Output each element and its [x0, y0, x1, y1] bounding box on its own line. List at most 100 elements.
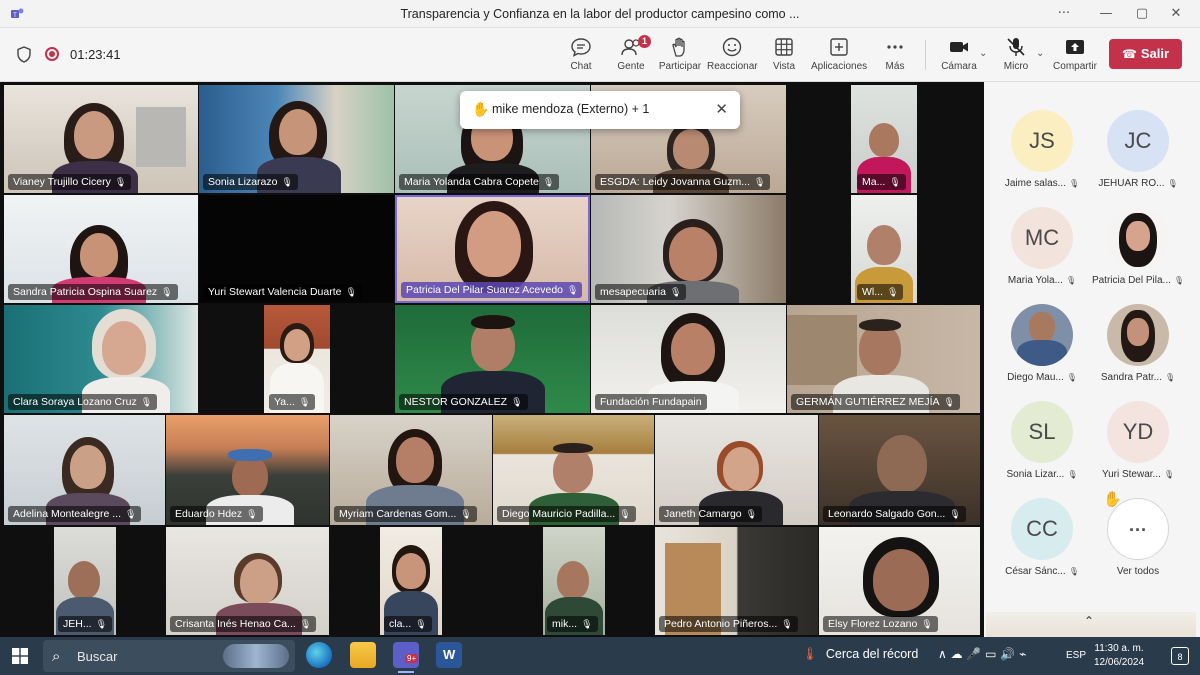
mic-muted-icon: 🎙 — [745, 510, 758, 520]
share-button[interactable]: Compartir — [1052, 36, 1098, 78]
mic-muted-icon: 🎙 — [921, 620, 933, 630]
raise-hand-button[interactable]: Participar — [658, 36, 702, 78]
windows-start-icon[interactable] — [12, 648, 28, 664]
mic-options-chevron-icon[interactable]: ⌄ — [1036, 48, 1044, 59]
video-tile[interactable]: Ma... 🎙 — [787, 85, 980, 193]
teams-badge: 9+ — [405, 654, 419, 663]
video-tile[interactable]: GERMÁN GUTIÉRREZ MEJÍA 🎙 — [787, 305, 980, 413]
avatar-face — [1029, 312, 1055, 342]
video-tile[interactable]: Sandra Patricia Ospina Suarez 🎙 — [4, 195, 198, 303]
mic-muted-icon: 🎙 — [140, 398, 153, 408]
avatar: CC — [1011, 498, 1073, 560]
minimize-button[interactable]: — — [1092, 4, 1120, 24]
roster-participant[interactable]: YD Yuri Stewar... 🎙 — [1090, 401, 1186, 497]
chat-button[interactable]: Chat — [563, 36, 599, 78]
apps-button[interactable]: Aplicaciones — [811, 36, 867, 78]
edge-icon[interactable] — [306, 642, 332, 668]
roster-participant[interactable]: Patricia Del Pila... 🎙 — [1090, 207, 1186, 303]
video-tile[interactable]: Leonardo Salgado Gon... 🎙 — [819, 415, 980, 525]
video-tile[interactable]: Yuri Stewart Valencia Duarte 🎙 — [199, 195, 394, 303]
meeting-toolbar: 01:23:41 Chat 1 Gente Participar Reaccio… — [0, 28, 1200, 82]
mic-muted-icon: 🎙 — [1066, 373, 1077, 382]
maximize-button[interactable]: ▢ — [1128, 4, 1156, 24]
participant-face — [671, 323, 715, 375]
video-tile[interactable]: Wl... 🎙 — [787, 195, 980, 303]
video-tile[interactable]: Pedro Antonio Piñeros... 🎙 — [655, 527, 818, 635]
participant-name: Adelina Montealegre ... 🎙 — [8, 506, 142, 522]
mic-button[interactable]: Micro — [1001, 36, 1031, 78]
close-button[interactable]: ✕ — [1162, 4, 1190, 24]
taskbar-search[interactable]: ⌕ Buscar — [43, 640, 295, 672]
video-tile[interactable]: Crisanta Inés Henao Ca... 🎙 — [166, 527, 329, 635]
video-tile[interactable]: Sonia Lizarazo 🎙 — [199, 85, 394, 193]
mic-muted-icon: 🎙 — [949, 510, 961, 520]
recording-icon — [45, 47, 59, 61]
see-all-button[interactable]: ··· ✋ Ver todos — [1090, 491, 1186, 594]
participant-name: mesapecuaria 🎙 — [595, 284, 687, 300]
participant-face — [240, 559, 278, 605]
video-tile[interactable]: Elsy Florez Lozano 🎙 — [819, 527, 980, 635]
roster-participant[interactable]: JS Jaime salas... 🎙 — [994, 110, 1090, 206]
roster-participant[interactable]: SL Sonia Lizar... 🎙 — [994, 401, 1090, 497]
participant-name: JEH... 🎙 — [58, 616, 113, 632]
mic-muted-icon: 🎙 — [511, 398, 523, 408]
video-tile[interactable]: Fundación Fundapain — [591, 305, 786, 413]
collapse-chevron-icon[interactable]: ⌃ — [1084, 614, 1094, 628]
roster-participant[interactable]: JC JEHUAR RO... 🎙 — [1090, 110, 1186, 206]
video-tile[interactable]: mesapecuaria 🎙 — [591, 195, 786, 303]
notification-center-icon[interactable]: 8 — [1171, 647, 1189, 665]
roster-participant[interactable]: Sandra Patr... 🎙 — [1090, 304, 1186, 400]
self-view-thumbnail[interactable]: ⌃ — [986, 612, 1196, 637]
mic-muted-icon: 🎙 — [567, 286, 579, 296]
video-tile[interactable]: Adelina Montealegre ... 🎙 — [4, 415, 165, 525]
file-explorer-icon[interactable] — [350, 642, 376, 668]
camera-options-chevron-icon[interactable]: ⌄ — [979, 48, 987, 59]
react-button[interactable]: Reaccionar — [707, 36, 758, 78]
share-label: Compartir — [1053, 61, 1097, 72]
video-tile[interactable]: Patricia Del Pilar Suarez Acevedo 🎙 — [395, 195, 590, 303]
raised-hand-notification[interactable]: ✋ mike mendoza (Externo) + 1 ✕ — [460, 91, 740, 129]
language-indicator[interactable]: ESP — [1066, 650, 1086, 661]
mic-muted-icon: 🎙 — [669, 288, 682, 298]
video-tile[interactable]: Myriam Cardenas Gom... 🎙 — [330, 415, 492, 525]
window-title: Transparencia y Confianza en la labor de… — [400, 7, 800, 21]
people-count-badge: 1 — [638, 35, 651, 48]
video-tile[interactable]: cla... 🎙 — [330, 527, 492, 635]
participant-face — [723, 447, 759, 491]
mic-muted-icon: 🎙 — [1068, 567, 1079, 576]
mic-muted-icon: 🎙 — [753, 178, 766, 188]
teams-taskbar-icon[interactable]: 9+ — [393, 642, 419, 668]
video-tile[interactable]: mik... 🎙 — [493, 527, 654, 635]
roster-participant[interactable]: MC Maria Yola... 🎙 — [994, 207, 1090, 303]
view-button[interactable]: Vista — [768, 36, 800, 78]
people-button[interactable]: 1 Gente — [613, 35, 651, 78]
window-more-button[interactable]: ··· — [1050, 4, 1078, 24]
roster-participant[interactable]: Diego Mau... 🎙 — [994, 304, 1090, 400]
close-notification-icon[interactable]: ✕ — [715, 100, 728, 118]
system-tray[interactable]: ∧ ☁ 🎤 ▭ 🔊 ⌁ — [938, 647, 1026, 661]
camera-button[interactable]: Cámara — [940, 36, 978, 78]
word-icon[interactable]: W — [436, 642, 462, 668]
video-tile[interactable]: Vianey Trujillo Cicery 🎙 — [4, 85, 198, 193]
video-tile[interactable]: NESTOR GONZALEZ 🎙 — [395, 305, 590, 413]
mic-muted-icon: 🎙 — [889, 178, 901, 188]
chat-icon — [571, 38, 591, 57]
participant-name: Diego Mauricio Padilla... 🎙 — [497, 506, 636, 522]
video-tile[interactable]: Janeth Camargo 🎙 — [655, 415, 818, 525]
video-tile[interactable]: Clara Soraya Lozano Cruz 🎙 — [4, 305, 198, 413]
camera-icon — [950, 42, 968, 52]
raise-hand-icon — [672, 37, 685, 57]
view-label: Vista — [772, 61, 796, 72]
taskbar-clock[interactable]: 11:30 a. m. 12/06/2024 — [1094, 642, 1144, 670]
video-tile[interactable]: Ya... 🎙 — [199, 305, 394, 413]
avatar: JC — [1107, 110, 1169, 172]
video-tile[interactable]: Diego Mauricio Padilla... 🎙 — [493, 415, 654, 525]
weather-widget[interactable]: 🌡 Cerca del récord — [802, 647, 918, 662]
video-tile[interactable]: JEH... 🎙 — [4, 527, 165, 635]
roster-participant[interactable]: CC César Sánc... 🎙 — [994, 498, 1090, 594]
video-tile[interactable]: Eduardo Hdez 🎙 — [166, 415, 329, 525]
printer-shape — [136, 107, 186, 167]
more-button[interactable]: Más — [881, 36, 909, 78]
react-label: Reaccionar — [707, 61, 758, 72]
leave-button[interactable]: ☎ Salir — [1109, 39, 1182, 69]
